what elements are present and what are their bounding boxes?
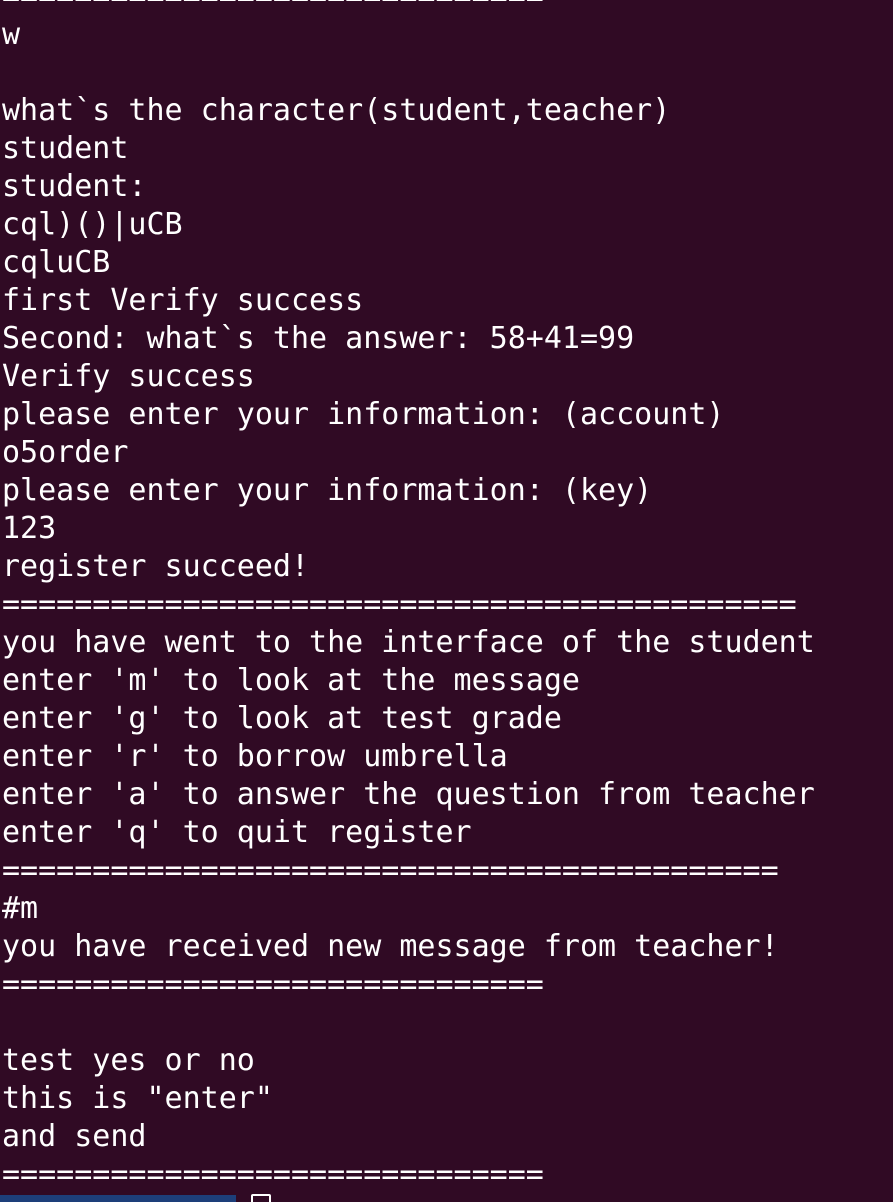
terminal-line: register succeed! (2, 549, 310, 584)
terminal-line: ============================== (2, 967, 544, 1002)
terminal-line: please enter your information: (account) (2, 397, 725, 432)
terminal-output: ============================== w what`s … (2, 0, 815, 1194)
terminal-line: 123 (2, 511, 57, 546)
terminal-line: w (2, 17, 21, 52)
terminal-line: you have went to the interface of the st… (2, 625, 815, 660)
terminal-line: you have received new message from teach… (2, 929, 779, 964)
terminal-line: first Verify success (2, 283, 364, 318)
terminal-line: and send (2, 1119, 147, 1154)
terminal-line: enter 'q' to quit register (2, 815, 472, 850)
terminal-line: enter 'm' to look at the message (2, 663, 580, 698)
terminal-line: #m (2, 891, 39, 926)
terminal-line: this is "enter" (2, 1081, 273, 1116)
selection-highlight (0, 1195, 236, 1202)
terminal-line: cql)()|uCB (2, 207, 183, 242)
terminal-line: ========================================… (2, 853, 779, 888)
terminal-line: cqluCB (2, 245, 111, 280)
terminal-window[interactable]: ============================== w what`s … (0, 0, 893, 1202)
terminal-line: test yes or no (2, 1043, 255, 1078)
terminal-line: enter 'a' to answer the question from te… (2, 777, 815, 812)
terminal-line: enter 'r' to borrow umbrella (2, 739, 508, 774)
terminal-line: please enter your information: (key) (2, 473, 653, 508)
terminal-cursor[interactable] (251, 1194, 271, 1202)
terminal-line: Second: what`s the answer: 58+41=99 (2, 321, 635, 356)
terminal-line: student (2, 131, 129, 166)
terminal-line: ========================================… (2, 587, 797, 622)
terminal-line: ============================== (2, 0, 815, 16)
terminal-line: student: (2, 169, 147, 204)
terminal-line: enter 'g' to look at test grade (2, 701, 562, 736)
terminal-line: o5order (2, 435, 129, 470)
terminal-line: Verify success (2, 359, 255, 394)
terminal-line: what`s the character(student,teacher) (2, 93, 671, 128)
terminal-line: ============================== (2, 1157, 544, 1192)
